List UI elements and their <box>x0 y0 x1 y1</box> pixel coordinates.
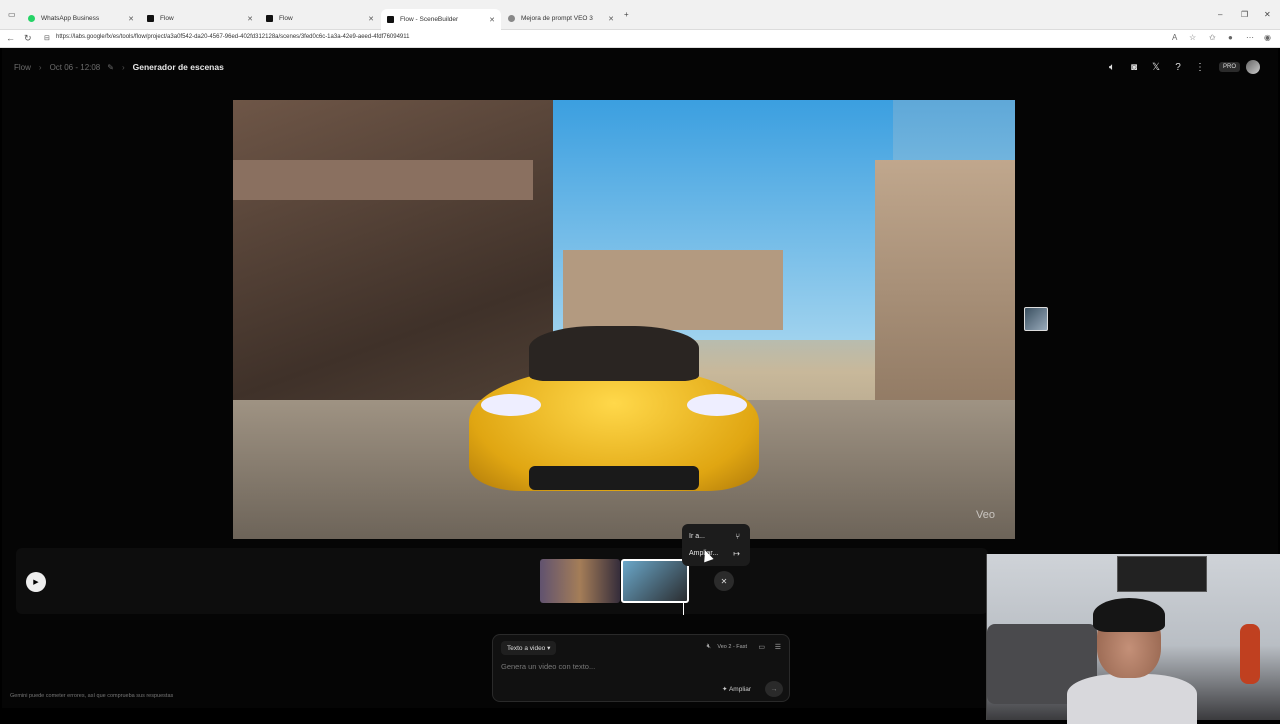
whatsapp-icon <box>28 15 35 22</box>
site-info-icon[interactable]: ⊟ <box>44 34 50 42</box>
back-icon[interactable]: ← <box>6 33 15 43</box>
video-preview[interactable]: Veo <box>233 100 1015 539</box>
prompt-composer: Texto a video ▾ 🔇︎ Veo 2 - Fast ▭ ☰ Gene… <box>492 634 790 702</box>
tab-actions-icon[interactable]: ▭ <box>8 10 16 19</box>
breadcrumb-flow[interactable]: Flow <box>14 63 31 72</box>
disclaimer-text: Gemini puede cometer errores, así que co… <box>10 693 174 699</box>
volume-icon[interactable]: 🔈︎ <box>1101 62 1123 73</box>
tab-label: Flow <box>279 15 293 22</box>
tab-label: Flow - SceneBuilder <box>400 16 459 23</box>
menu-item-ampliar[interactable]: Ampliar... ↦ <box>682 545 750 562</box>
flow-icon <box>387 16 394 23</box>
amplify-button[interactable]: ✦ Ampliar <box>722 685 751 693</box>
header-actions: 🔈︎ ◙ 𝕏 ? ⋮ PRO <box>1101 60 1260 74</box>
play-button[interactable]: ▶ <box>26 572 46 592</box>
edit-pencil-icon[interactable]: ✎ <box>107 63 114 72</box>
aspect-ratio-icon[interactable]: ▭ <box>758 643 765 651</box>
branch-icon: ⑂ <box>735 532 740 541</box>
new-tab-icon[interactable]: + <box>624 10 629 19</box>
chevron-right-icon: › <box>121 62 125 72</box>
avatar[interactable] <box>1246 60 1260 74</box>
scene-balcony <box>233 160 533 200</box>
close-icon[interactable]: ✕ <box>128 15 134 23</box>
menu-item-ir-a[interactable]: Ir a... ⑂ <box>682 528 750 545</box>
chevron-right-icon: › <box>38 62 42 72</box>
x-logo-icon[interactable]: 𝕏 <box>1145 62 1167 73</box>
read-aloud-icon[interactable]: A <box>1172 33 1177 42</box>
tab-mejora-prompt[interactable]: Mejora de prompt VEO 3 ✕ <box>502 9 620 28</box>
mode-selector[interactable]: Texto a video ▾ <box>501 641 557 655</box>
clip-context-menu: Ir a... ⑂ Ampliar... ↦ <box>682 524 750 566</box>
close-icon: ✕ <box>720 576 728 586</box>
tab-flow-1[interactable]: Flow ✕ <box>141 9 259 28</box>
tab-scenebuilder[interactable]: Flow - SceneBuilder ✕ <box>381 9 501 30</box>
browser-tab-bar: ▭ WhatsApp Business ✕ Flow ✕ Flow ✕ Flow… <box>0 0 1280 30</box>
breadcrumb: Flow › Oct 06 - 12:08 ✎ › Generador de e… <box>14 62 224 72</box>
veo-watermark: Veo <box>976 509 995 521</box>
close-icon[interactable]: ✕ <box>368 15 374 23</box>
menu-item-label: Ir a... <box>689 533 705 540</box>
window-close-icon[interactable]: ✕ <box>1264 10 1271 19</box>
flow-icon <box>147 15 154 22</box>
copilot-icon[interactable]: ◉ <box>1264 33 1271 42</box>
timeline: ▶ ✕ <box>16 548 988 615</box>
restore-icon[interactable]: ❐ <box>1241 10 1248 19</box>
close-icon[interactable]: ✕ <box>608 15 614 23</box>
globe-icon <box>508 15 515 22</box>
webcam-overlay <box>986 554 1280 724</box>
wand-icon: ✦ <box>722 686 729 693</box>
discord-icon[interactable]: ◙ <box>1123 62 1145 73</box>
playhead[interactable] <box>683 603 684 615</box>
streamer <box>1067 598 1197 724</box>
scene-yellow-car <box>469 326 759 506</box>
tab-label: Flow <box>160 15 174 22</box>
close-icon[interactable]: ✕ <box>489 16 495 24</box>
settings-sliders-icon[interactable]: ☰ <box>775 643 781 651</box>
close-icon[interactable]: ✕ <box>247 15 253 23</box>
timeline-clip-selected[interactable] <box>621 559 689 603</box>
mute-icon[interactable]: 🔇︎ <box>707 643 711 651</box>
timeline-clip[interactable] <box>540 559 620 603</box>
tab-label: WhatsApp Business <box>41 15 100 22</box>
reload-icon[interactable]: ↻ <box>24 33 32 44</box>
send-button[interactable]: → <box>765 681 783 697</box>
more-vert-icon[interactable]: ⋮ <box>1189 62 1211 73</box>
minimize-icon[interactable]: – <box>1218 10 1222 19</box>
address-bar: ← ↻ ⊟ https://labs.google/fx/es/tools/fl… <box>0 30 1280 48</box>
arrow-right-icon: → <box>770 685 778 693</box>
help-icon[interactable]: ? <box>1167 62 1189 73</box>
play-icon: ▶ <box>33 579 39 586</box>
scene-building-right <box>875 160 1015 420</box>
scene-building-middle <box>563 250 783 330</box>
star-icon[interactable]: ☆ <box>1189 33 1196 42</box>
tab-flow-2[interactable]: Flow ✕ <box>260 9 380 28</box>
extend-icon: ↦ <box>733 549 740 558</box>
page-title: Generador de escenas <box>132 62 224 72</box>
tab-whatsapp[interactable]: WhatsApp Business ✕ <box>22 9 140 28</box>
tab-label: Mejora de prompt VEO 3 <box>521 15 593 22</box>
remove-clip-button[interactable]: ✕ <box>714 571 734 591</box>
prompt-input[interactable]: Genera un video con texto... <box>501 662 595 671</box>
pro-badge: PRO <box>1218 62 1240 72</box>
menu-dots-icon[interactable]: ⋯ <box>1246 33 1254 42</box>
breadcrumb-project[interactable]: Oct 06 - 12:08 <box>50 63 101 72</box>
url-field[interactable]: https://labs.google/fx/es/tools/flow/pro… <box>56 34 409 40</box>
side-scene-thumbnail[interactable] <box>1024 307 1048 331</box>
flow-icon <box>266 15 273 22</box>
profile-icon[interactable]: ● <box>1228 33 1233 42</box>
favorites-icon[interactable]: ✩ <box>1209 33 1216 42</box>
model-selector[interactable]: Veo 2 - Fast <box>717 644 747 650</box>
